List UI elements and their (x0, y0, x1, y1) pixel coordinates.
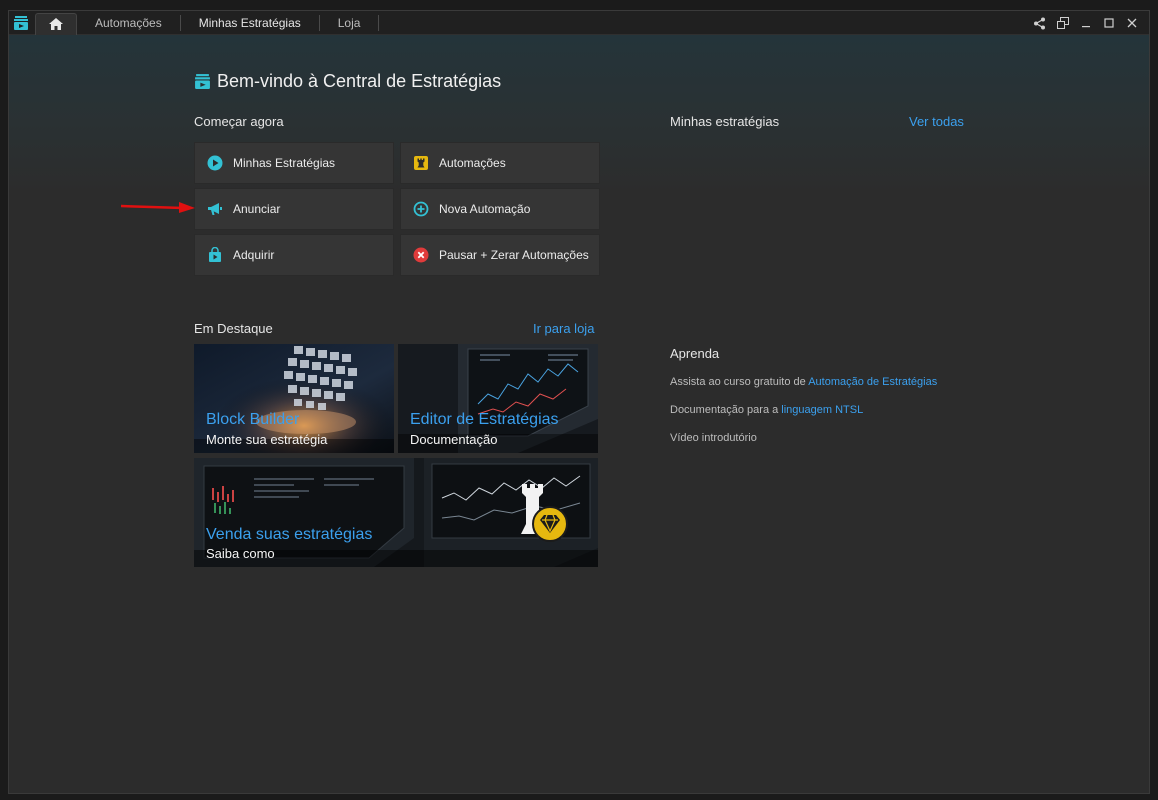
annotation-arrow (121, 202, 195, 213)
learn-course-text: Assista ao curso gratuito de (670, 376, 809, 388)
course-automation-link[interactable]: Automação de Estratégias (808, 376, 937, 388)
maximize-button[interactable] (1097, 11, 1120, 35)
megaphone-icon (207, 201, 223, 217)
play-icon (207, 155, 223, 171)
start-section-label: Começar agora (194, 114, 284, 129)
learn-section-label: Aprenda (670, 346, 720, 361)
intro-video-link[interactable]: Vídeo introdutório (670, 432, 757, 444)
card-strategy-editor[interactable]: Editor de Estratégias Documentação (398, 344, 598, 453)
automations-button[interactable]: Automações (400, 142, 600, 184)
tab-loja[interactable]: Loja (320, 14, 380, 31)
acquire-label: Adquirir (233, 248, 275, 262)
ntsl-language-link[interactable]: linguagem NTSL (781, 404, 863, 416)
card-title: Block Builder (206, 411, 300, 428)
advertise-label: Anunciar (233, 202, 281, 216)
card-subtitle: Documentação (410, 432, 498, 447)
undock-button[interactable] (1051, 11, 1074, 35)
see-all-link[interactable]: Ver todas (909, 114, 964, 129)
advertise-button[interactable]: Anunciar (194, 188, 394, 230)
maximize-icon (1103, 18, 1114, 28)
my-strategies-section-label: Minhas estratégias (670, 114, 780, 129)
automations-label: Automações (439, 156, 506, 170)
page-title-text: Bem-vindo à Central de Estratégias (217, 71, 502, 91)
acquire-button[interactable]: Adquirir (194, 234, 394, 276)
minimize-button[interactable] (1074, 11, 1097, 35)
close-circle-icon (413, 247, 429, 263)
plus-circle-icon (413, 201, 429, 217)
minimize-icon (1081, 26, 1090, 28)
rook-icon (413, 155, 429, 171)
shopping-bag-icon (207, 247, 223, 263)
new-automation-label: Nova Automação (439, 202, 531, 216)
close-icon (1127, 18, 1136, 28)
home-icon (49, 18, 63, 30)
card-sell-strategies[interactable]: Venda suas estratégias Saiba como (194, 458, 598, 567)
tab-automacoes[interactable]: Automações (77, 14, 181, 31)
learn-docs-line: Documentação para a linguagem NTSL (670, 404, 863, 416)
pause-reset-automations-button[interactable]: Pausar + Zerar Automações (400, 234, 600, 276)
go-to-store-link[interactable]: Ir para loja (533, 321, 594, 336)
card-subtitle: Saiba como (206, 546, 275, 561)
tab-home[interactable] (35, 12, 77, 35)
tab-minhas-estrategias[interactable]: Minhas Estratégias (181, 14, 320, 31)
window-restore-icon (1056, 17, 1069, 29)
pause-reset-automations-label: Pausar + Zerar Automações (439, 248, 589, 262)
card-title: Editor de Estratégias (410, 411, 559, 428)
strategy-center-icon (195, 74, 210, 89)
new-automation-button[interactable]: Nova Automação (400, 188, 600, 230)
learn-course-line: Assista ao curso gratuito de Automação d… (670, 376, 937, 388)
card-subtitle: Monte sua estratégia (206, 432, 328, 447)
page-title: Bem-vindo à Central de Estratégias (194, 71, 501, 92)
card-block-builder[interactable]: Block Builder Monte sua estratégia (194, 344, 394, 453)
share-button[interactable] (1028, 11, 1051, 35)
app-window: Automações Minhas Estratégias Loja Bem-v… (8, 10, 1150, 794)
close-button[interactable] (1120, 11, 1143, 35)
learn-docs-text: Documentação para a (670, 404, 782, 416)
my-strategies-button[interactable]: Minhas Estratégias (194, 142, 394, 184)
window-controls (1028, 11, 1143, 35)
share-icon (1034, 17, 1045, 29)
title-bar: Automações Minhas Estratégias Loja (9, 11, 1149, 35)
featured-section-label: Em Destaque (194, 321, 273, 336)
app-logo-icon (9, 11, 33, 35)
card-title: Venda suas estratégias (206, 526, 373, 543)
my-strategies-label: Minhas Estratégias (233, 156, 336, 170)
